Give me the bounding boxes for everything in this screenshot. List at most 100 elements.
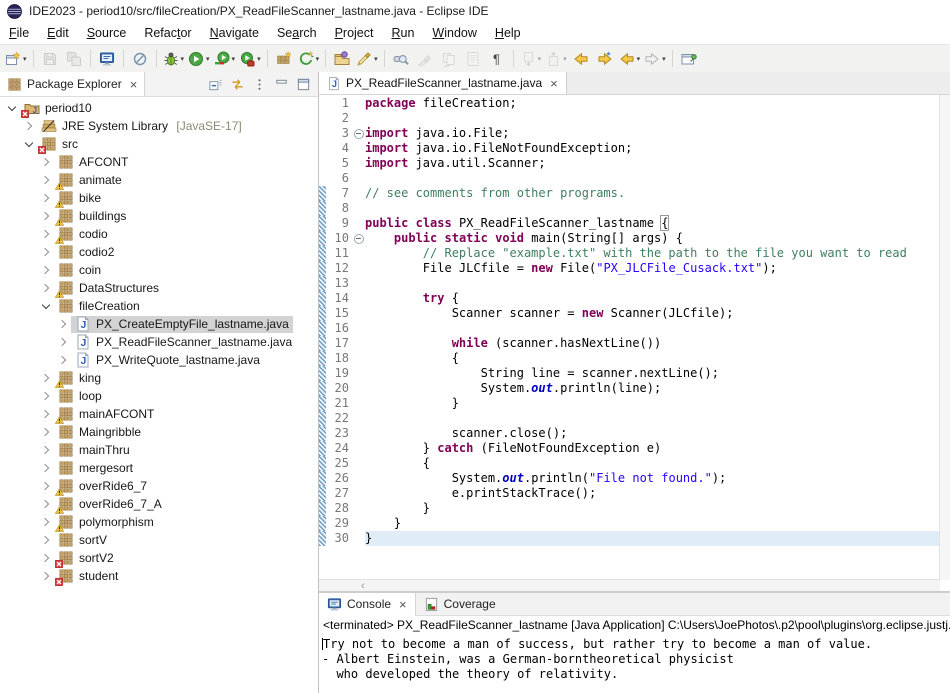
show-whitespace-button[interactable]: ¶ bbox=[485, 48, 509, 70]
close-icon[interactable]: × bbox=[399, 597, 407, 612]
menu-project[interactable]: Project bbox=[326, 24, 383, 42]
tree-item-src[interactable]: src bbox=[0, 135, 318, 153]
last-edit-location-button[interactable] bbox=[569, 48, 593, 70]
code-line-15[interactable]: 15 Scanner scanner = new Scanner(JLCfile… bbox=[319, 306, 940, 321]
expand-chevron-icon[interactable] bbox=[38, 460, 54, 476]
code-line-28[interactable]: 28 } bbox=[319, 501, 940, 516]
tree-item-king[interactable]: king bbox=[0, 369, 318, 387]
expand-chevron-icon[interactable] bbox=[38, 370, 54, 386]
tree-item-px-createemptyfile-lastname-java[interactable]: JPX_CreateEmptyFile_lastname.java bbox=[0, 315, 318, 333]
menu-file[interactable]: File bbox=[0, 24, 38, 42]
overview-ruler[interactable] bbox=[939, 95, 950, 580]
profile-button[interactable]: ▾ bbox=[237, 48, 263, 70]
show-outline-button[interactable] bbox=[461, 48, 485, 70]
tree-item-animate[interactable]: animate bbox=[0, 171, 318, 189]
minimize-button[interactable] bbox=[272, 75, 290, 93]
code-line-11[interactable]: 11 // Replace "example.txt" with the pat… bbox=[319, 246, 940, 261]
menu-window[interactable]: Window bbox=[423, 24, 485, 42]
maximize-button[interactable] bbox=[294, 75, 312, 93]
tree-item-mergesort[interactable]: mergesort bbox=[0, 459, 318, 477]
tab-coverage[interactable]: Coverage bbox=[416, 593, 504, 615]
save-all-button[interactable] bbox=[62, 48, 86, 70]
console-output[interactable]: Try not to become a man of success, but … bbox=[319, 635, 950, 682]
link-with-editor-button[interactable] bbox=[228, 75, 246, 93]
tree-item-coin[interactable]: coin bbox=[0, 261, 318, 279]
external-tools-button[interactable]: ▾ bbox=[296, 48, 322, 70]
menu-search[interactable]: Search bbox=[268, 24, 326, 42]
tree-item-sortv2[interactable]: sortV2 bbox=[0, 549, 318, 567]
expand-chevron-icon[interactable] bbox=[38, 442, 54, 458]
tree-item-mainafcont[interactable]: mainAFCONT bbox=[0, 405, 318, 423]
save-button[interactable] bbox=[38, 48, 62, 70]
expand-chevron-icon[interactable] bbox=[55, 352, 71, 368]
code-line-17[interactable]: 17 while (scanner.hasNextLine()) bbox=[319, 336, 940, 351]
menu-edit[interactable]: Edit bbox=[38, 24, 78, 42]
collapse-chevron-icon[interactable] bbox=[38, 298, 54, 314]
tab-px-readfilescanner-lastname-java[interactable]: J PX_ReadFileScanner_lastname.java × bbox=[319, 72, 567, 94]
expand-chevron-icon[interactable] bbox=[55, 316, 71, 332]
coverage-button[interactable]: ▾ bbox=[212, 48, 238, 70]
tree-item-jre-system-library[interactable]: JRE System Library [JavaSE-17] bbox=[0, 117, 318, 135]
expand-chevron-icon[interactable] bbox=[38, 172, 54, 188]
tree-item-override6-7-a[interactable]: overRide6_7_A bbox=[0, 495, 318, 513]
tree-item-sortv[interactable]: sortV bbox=[0, 531, 318, 549]
expand-chevron-icon[interactable] bbox=[38, 280, 54, 296]
code-line-29[interactable]: 29 } bbox=[319, 516, 940, 531]
expand-chevron-icon[interactable] bbox=[38, 532, 54, 548]
code-line-22[interactable]: 22 bbox=[319, 411, 940, 426]
code-line-8[interactable]: 8 bbox=[319, 201, 940, 216]
menu-source[interactable]: Source bbox=[78, 24, 136, 42]
code-line-12[interactable]: 12 File JLCfile = new File("PX_JLCFile_C… bbox=[319, 261, 940, 276]
expand-chevron-icon[interactable] bbox=[38, 244, 54, 260]
code-line-23[interactable]: 23 scanner.close(); bbox=[319, 426, 940, 441]
menu-refactor[interactable]: Refactor bbox=[135, 24, 200, 42]
code-line-25[interactable]: 25 { bbox=[319, 456, 940, 471]
menu-navigate[interactable]: Navigate bbox=[201, 24, 268, 42]
close-icon[interactable]: × bbox=[130, 77, 138, 92]
expand-chevron-icon[interactable] bbox=[38, 208, 54, 224]
code-line-6[interactable]: 6 bbox=[319, 171, 940, 186]
code-line-9[interactable]: 9public class PX_ReadFileScanner_lastnam… bbox=[319, 216, 940, 231]
tree-item-afcont[interactable]: AFCONT bbox=[0, 153, 318, 171]
tree-item-maingribble[interactable]: Maingribble bbox=[0, 423, 318, 441]
code-line-13[interactable]: 13 bbox=[319, 276, 940, 291]
prev-annotation-button[interactable]: ▾ bbox=[543, 48, 569, 70]
expand-chevron-icon[interactable] bbox=[38, 478, 54, 494]
next-annotation-button[interactable]: ▾ bbox=[518, 48, 544, 70]
tree-item-mainthru[interactable]: mainThru bbox=[0, 441, 318, 459]
tree-item-px-readfilescanner-lastname-java[interactable]: JPX_ReadFileScanner_lastname.java bbox=[0, 333, 318, 351]
code-line-19[interactable]: 19 String line = scanner.nextLine(); bbox=[319, 366, 940, 381]
tree-item-codio[interactable]: codio bbox=[0, 225, 318, 243]
expand-chevron-icon[interactable] bbox=[38, 514, 54, 530]
expand-chevron-icon[interactable] bbox=[55, 334, 71, 350]
expand-chevron-icon[interactable] bbox=[38, 262, 54, 278]
skip-breakpoints-button[interactable] bbox=[128, 48, 152, 70]
expand-chevron-icon[interactable] bbox=[38, 226, 54, 242]
collapse-chevron-icon[interactable] bbox=[21, 136, 37, 152]
tree-item-loop[interactable]: loop bbox=[0, 387, 318, 405]
code-line-20[interactable]: 20 System.out.println(line); bbox=[319, 381, 940, 396]
back-button[interactable]: ▾ bbox=[617, 48, 643, 70]
run-button[interactable]: ▾ bbox=[186, 48, 212, 70]
tree-item-period10[interactable]: Jperiod10 bbox=[0, 99, 318, 117]
code-line-2[interactable]: 2 bbox=[319, 111, 940, 126]
collapse-all-button[interactable] bbox=[206, 75, 224, 93]
code-line-27[interactable]: 27 e.printStackTrace(); bbox=[319, 486, 940, 501]
tab-package-explorer[interactable]: Package Explorer × bbox=[0, 72, 145, 96]
tree-item-filecreation[interactable]: fileCreation bbox=[0, 297, 318, 315]
open-task-button[interactable] bbox=[330, 48, 354, 70]
code-line-1[interactable]: 1package fileCreation; bbox=[319, 96, 940, 111]
tree-item-bike[interactable]: bike bbox=[0, 189, 318, 207]
code-line-30[interactable]: 30} bbox=[319, 531, 940, 546]
tree-item-buildings[interactable]: buildings bbox=[0, 207, 318, 225]
expand-chevron-icon[interactable] bbox=[38, 550, 54, 566]
code-editor[interactable]: 1package fileCreation;23import java.io.F… bbox=[319, 95, 940, 580]
pin-editor-button[interactable] bbox=[677, 48, 701, 70]
code-line-16[interactable]: 16 bbox=[319, 321, 940, 336]
new-java-project-button[interactable] bbox=[272, 48, 296, 70]
expand-chevron-icon[interactable] bbox=[21, 118, 37, 134]
code-line-10[interactable]: 10 public static void main(String[] args… bbox=[319, 231, 940, 246]
code-line-4[interactable]: 4import java.io.FileNotFoundException; bbox=[319, 141, 940, 156]
expand-chevron-icon[interactable] bbox=[38, 424, 54, 440]
view-menu-button[interactable] bbox=[250, 75, 268, 93]
